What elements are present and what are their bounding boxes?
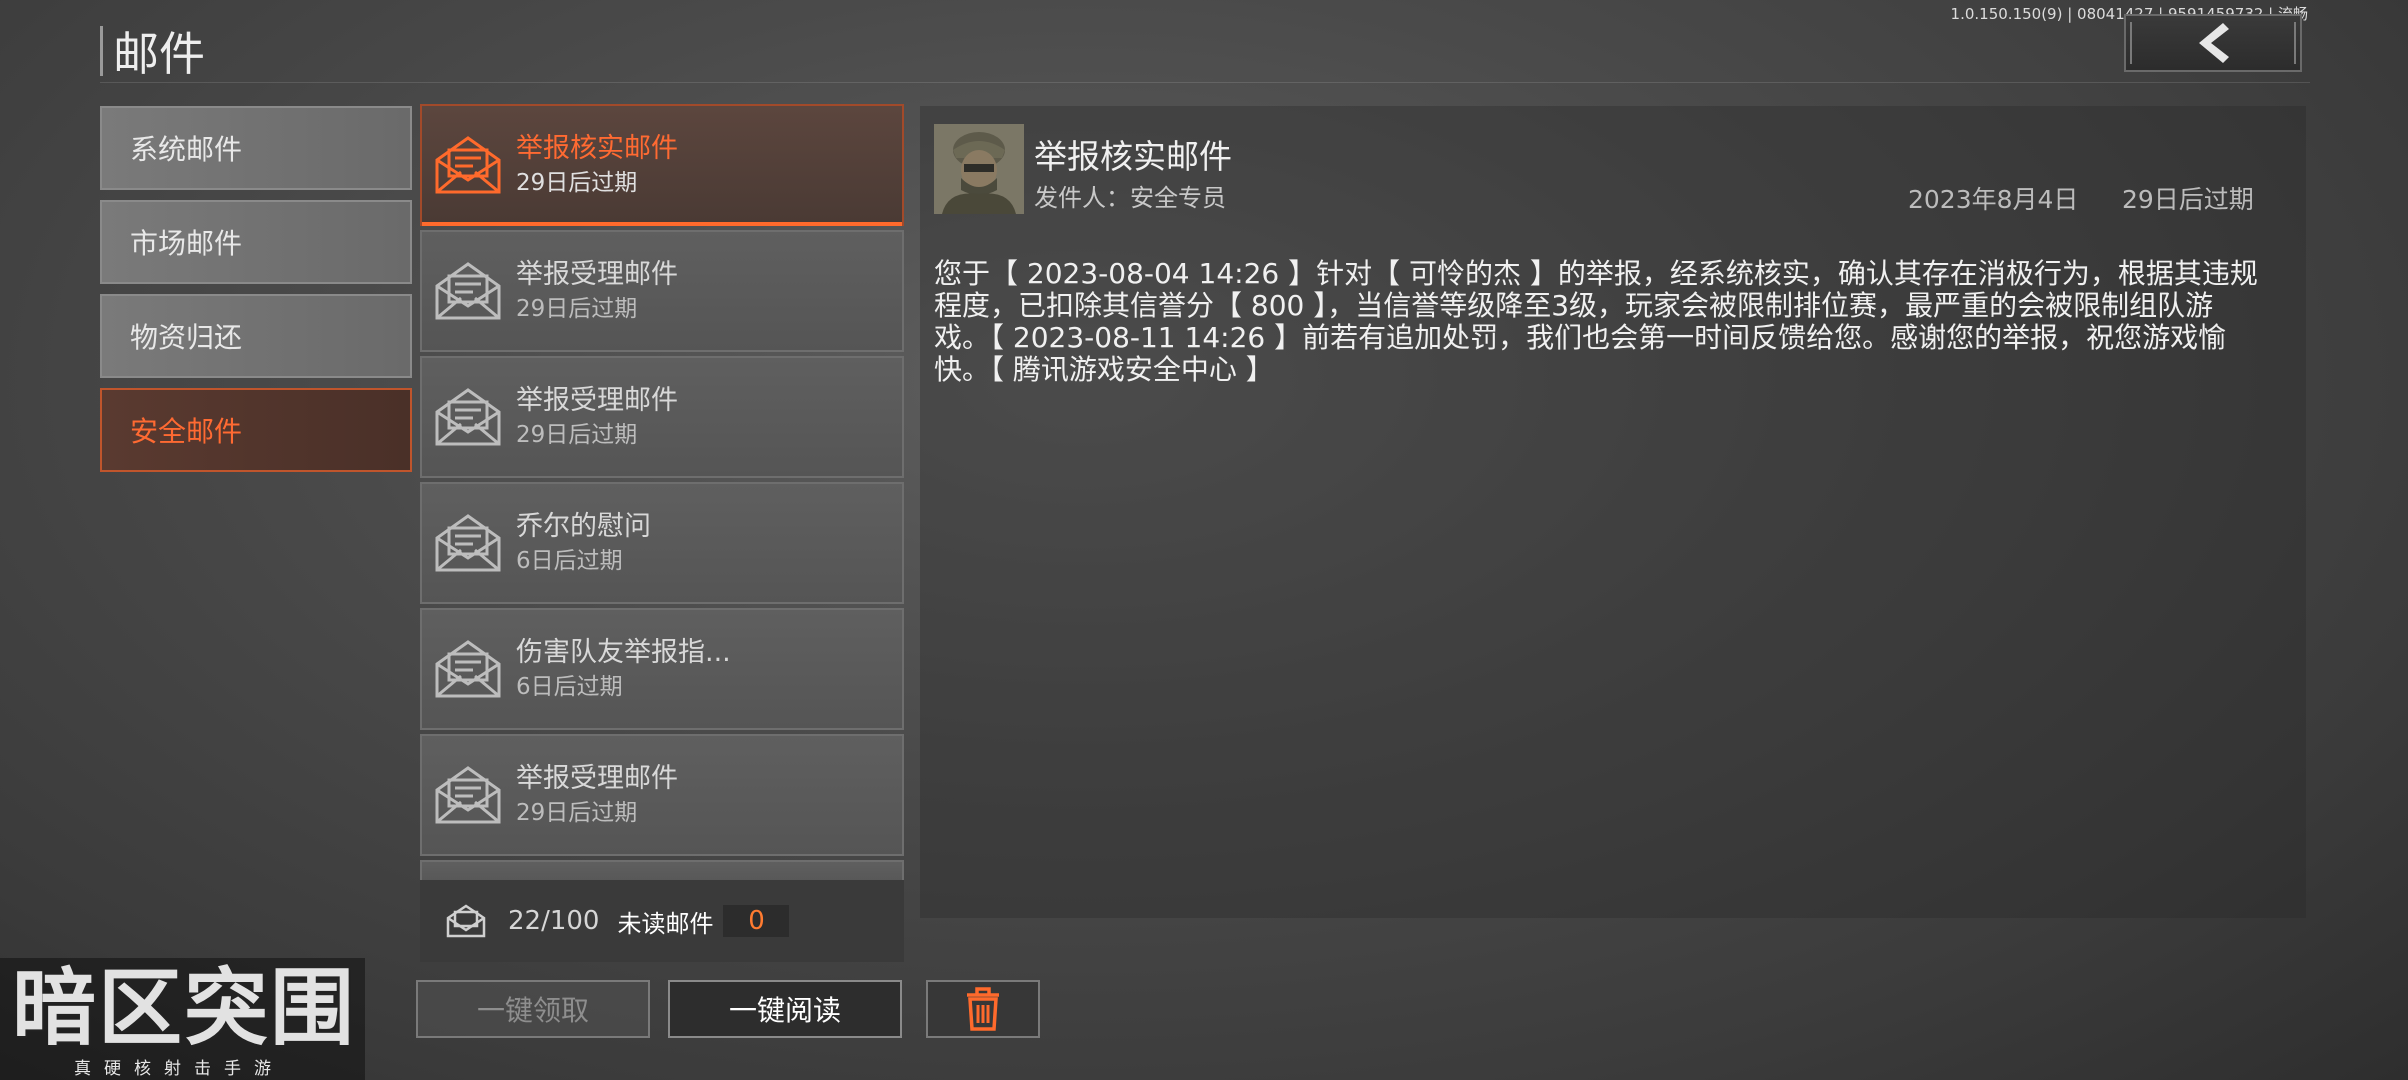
- mail-item[interactable]: 举报核实邮件 29日后过期: [420, 104, 904, 226]
- category-label: 物资归还: [130, 321, 243, 354]
- unread-count: 0: [723, 905, 790, 937]
- mail-expiry: 6日后过期: [516, 548, 623, 574]
- back-button-edge: [2130, 22, 2132, 64]
- back-button[interactable]: [2124, 14, 2302, 72]
- envelope-icon: [432, 259, 504, 323]
- mail-counter-bar: 22/100 未读邮件 0: [420, 880, 904, 962]
- mail-expiry: 29日后过期: [516, 800, 638, 826]
- back-button-edge: [2294, 22, 2296, 64]
- mail-detail-panel: 举报核实邮件 发件人：安全专员 2023年8月4日 29日后过期 您于【 202…: [920, 106, 2306, 918]
- mail-subject: 举报核实邮件: [516, 133, 678, 164]
- category-supply-return[interactable]: 物资归还: [100, 294, 412, 378]
- mail-list[interactable]: 举报核实邮件 29日后过期 举报受理邮件 29日后过期 举报受理邮件 29日后过…: [420, 104, 904, 880]
- page-title: 邮件: [113, 27, 205, 81]
- brand-logo-text: 暗区突围: [12, 959, 357, 1057]
- mail-expiry: 29日后过期: [516, 422, 638, 448]
- envelope-icon: [432, 385, 504, 449]
- mail-expiry: 6日后过期: [516, 674, 623, 700]
- chevron-left-icon: [2199, 23, 2229, 63]
- mail-item[interactable]: 举报受理邮件 29日后过期: [420, 230, 904, 352]
- title-bar: 邮件: [100, 18, 205, 84]
- title-marker: [100, 26, 103, 76]
- brand-logo: 暗区突围 真硬核射击手游: [0, 958, 365, 1080]
- detail-subject: 举报核实邮件: [1034, 137, 1232, 176]
- mail-subject: 乔尔的慰问: [516, 511, 651, 542]
- delete-button[interactable]: [926, 980, 1040, 1038]
- category-label: 安全邮件: [130, 415, 243, 448]
- category-market[interactable]: 市场邮件: [100, 200, 412, 284]
- claim-all-button[interactable]: 一键领取: [416, 980, 650, 1038]
- title-divider: [100, 82, 2310, 83]
- trash-icon: [967, 987, 999, 1031]
- mail-stack-icon: [446, 904, 486, 938]
- mail-subject: 举报受理邮件: [516, 385, 678, 416]
- mail-subject: 伤害队友举报指...: [516, 637, 731, 668]
- envelope-icon: [432, 763, 504, 827]
- mail-expiry: 29日后过期: [516, 170, 638, 196]
- brand-tagline: 真硬核射击手游: [74, 1059, 284, 1079]
- category-label: 市场邮件: [130, 227, 243, 260]
- mail-category-list: 系统邮件 市场邮件 物资归还 安全邮件: [100, 106, 412, 482]
- mail-item[interactable]: 举报受理邮件 29日后过期: [420, 734, 904, 856]
- mail-count: 22/100: [508, 906, 600, 936]
- envelope-icon: [432, 637, 504, 701]
- unread-label: 未读邮件: [617, 909, 714, 938]
- mail-subject: 举报受理邮件: [516, 763, 678, 794]
- mail-expiry: 29日后过期: [516, 296, 638, 322]
- mail-item[interactable]: 乔尔的慰问 6日后过期: [420, 482, 904, 604]
- envelope-icon: [432, 511, 504, 575]
- envelope-icon: [432, 133, 504, 197]
- sender-avatar: [934, 124, 1024, 214]
- category-label: 系统邮件: [130, 133, 243, 166]
- read-all-button[interactable]: 一键阅读: [668, 980, 902, 1038]
- detail-body: 您于【 2023-08-04 14:26 】针对【 可怜的杰 】的举报，经系统核…: [934, 257, 2258, 386]
- detail-expiry: 29日后过期: [2122, 185, 2254, 214]
- mail-subject: 举报受理邮件: [516, 259, 678, 290]
- detail-date: 2023年8月4日: [1908, 185, 2079, 214]
- detail-sender: 发件人：安全专员: [1034, 184, 1226, 212]
- mail-item[interactable]: 举报受理邮件 29日后过期: [420, 356, 904, 478]
- category-system[interactable]: 系统邮件: [100, 106, 412, 190]
- mail-item-partial[interactable]: [420, 860, 904, 880]
- category-security[interactable]: 安全邮件: [100, 388, 412, 472]
- mail-item[interactable]: 伤害队友举报指... 6日后过期: [420, 608, 904, 730]
